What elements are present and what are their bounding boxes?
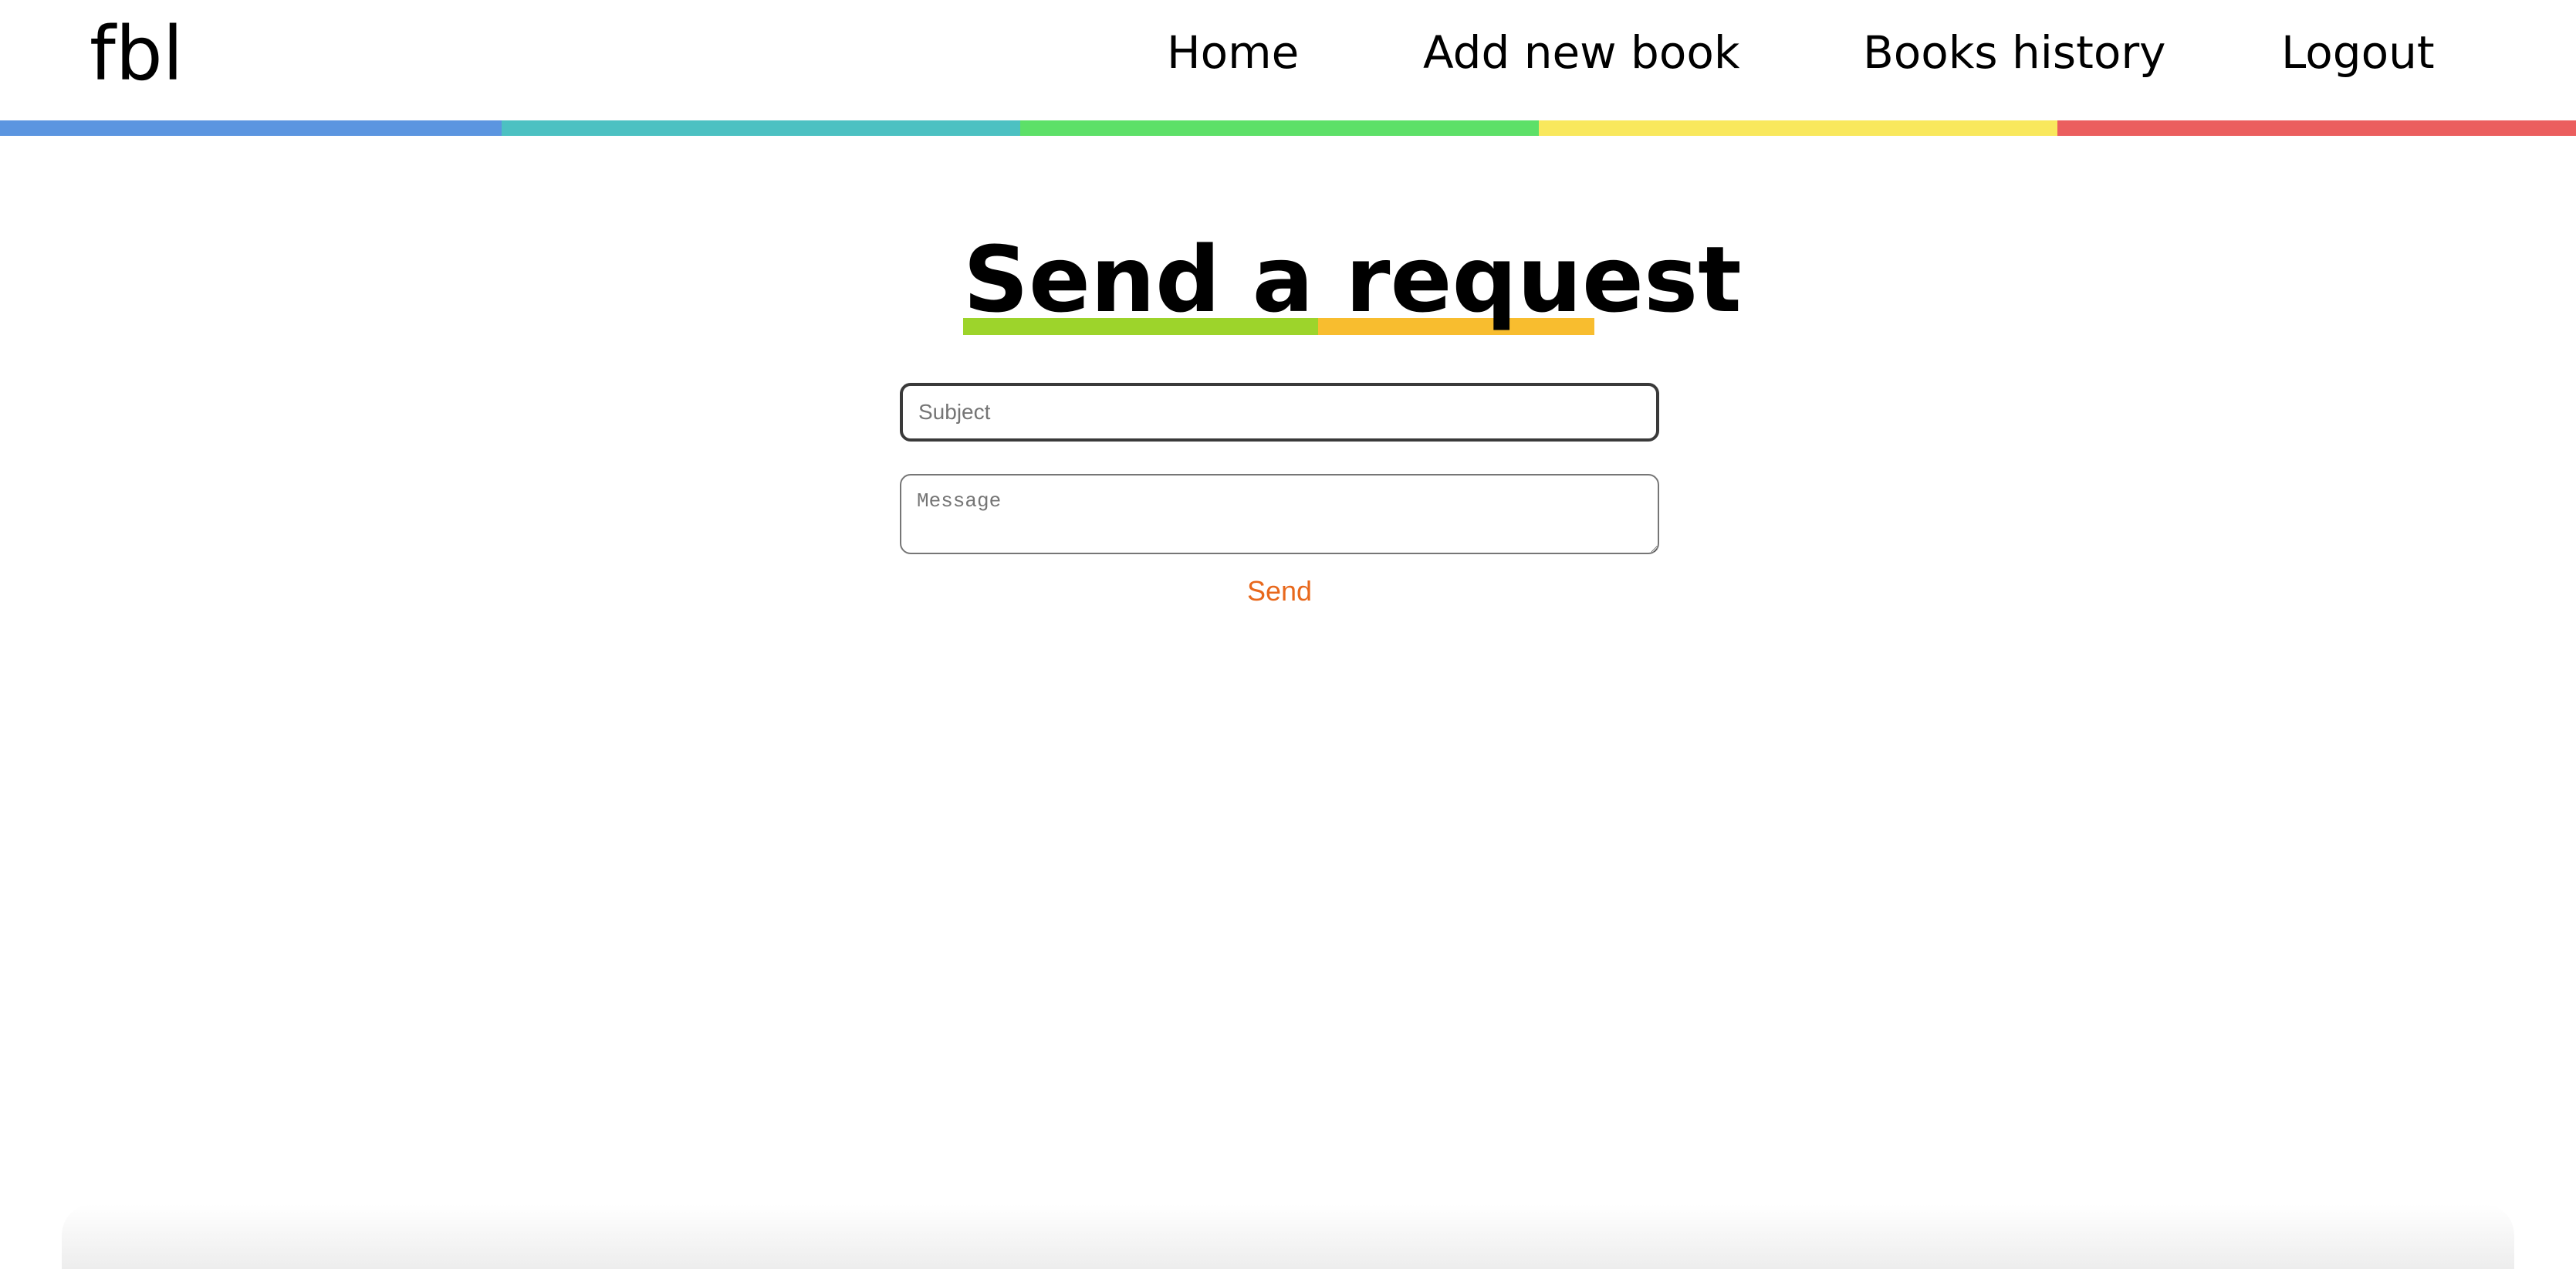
strip-segment-blue — [0, 120, 502, 136]
subject-input[interactable] — [900, 383, 1659, 442]
nav-add-new-book-link[interactable]: Add new book — [1423, 22, 1739, 83]
top-header: fbl Home Add new book Books history Logo… — [0, 0, 2576, 120]
footer-shadow — [62, 1204, 2514, 1269]
strip-segment-teal — [502, 120, 1020, 136]
nav-logout-link[interactable]: Logout — [2281, 22, 2435, 83]
page: fbl Home Add new book Books history Logo… — [0, 0, 2576, 1269]
strip-segment-green — [1020, 120, 1539, 136]
strip-segment-red — [2057, 120, 2576, 136]
page-title: Send a request — [963, 226, 1742, 333]
main-nav: Home Add new book Books history Logout — [0, 22, 2576, 83]
message-textarea[interactable] — [900, 474, 1659, 554]
color-strip — [0, 120, 2576, 136]
nav-books-history-link[interactable]: Books history — [1863, 22, 2166, 83]
send-button[interactable]: Send — [1202, 570, 1357, 613]
title-block: Send a request — [963, 232, 1742, 337]
strip-segment-yellow — [1539, 120, 2057, 136]
nav-home-link[interactable]: Home — [1167, 22, 1299, 83]
